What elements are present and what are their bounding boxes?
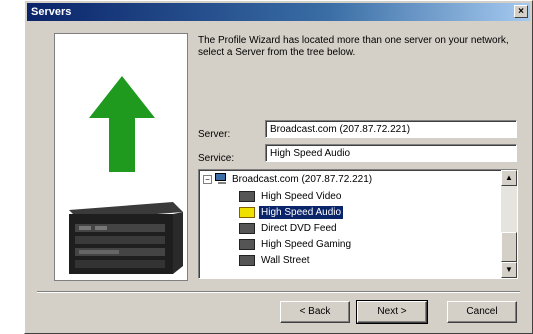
server-label: Server: [198, 129, 231, 140]
service-icon [239, 206, 255, 218]
tree-item-label: High Speed Gaming [261, 238, 352, 250]
server-rack-icon [69, 202, 183, 274]
wizard-illustration [69, 76, 183, 274]
tree-item[interactable]: High Speed Gaming [239, 236, 353, 252]
servers-dialog: Servers × The Profile Wizard has located… [24, 0, 533, 334]
next-button[interactable]: Next > [356, 300, 428, 324]
close-icon[interactable]: × [514, 5, 528, 18]
scroll-thumb[interactable] [501, 232, 517, 262]
scroll-up-icon[interactable]: ▲ [501, 170, 517, 186]
tree-item[interactable]: High Speed Video [239, 188, 353, 204]
service-label: Service: [198, 153, 235, 164]
computer-icon [215, 173, 229, 185]
window-title: Servers [31, 6, 72, 18]
tree-root-node[interactable]: − Broadcast.com (207.87.72.221) [203, 173, 372, 185]
tree-scrollbar[interactable]: ▲ ▼ [501, 170, 517, 278]
title-bar: Servers × [27, 3, 530, 21]
tree-item-label: Direct DVD Feed [261, 222, 337, 234]
collapse-icon[interactable]: − [203, 174, 212, 184]
service-icon [239, 190, 255, 202]
service-icon [239, 222, 255, 234]
service-icon [239, 238, 255, 250]
cancel-button[interactable]: Cancel [447, 301, 517, 323]
tree-item[interactable]: Wall Street [239, 252, 353, 268]
tree-item-label: High Speed Audio [259, 205, 344, 219]
tree-item[interactable]: High Speed Audio [239, 204, 353, 220]
server-tree[interactable]: − Broadcast.com (207.87.72.221) High Spe… [198, 169, 518, 279]
tree-children: High Speed Video High Speed Audio Direct… [239, 188, 353, 268]
scroll-down-icon[interactable]: ▼ [501, 262, 517, 278]
tree-item-label: High Speed Video [261, 190, 342, 202]
button-separator [37, 291, 520, 293]
tree-item-label: Wall Street [261, 254, 310, 266]
service-field[interactable]: High Speed Audio [265, 144, 517, 162]
server-field[interactable]: Broadcast.com (207.87.72.221) [265, 120, 517, 138]
wizard-image-panel [54, 33, 188, 281]
up-arrow-icon [89, 76, 155, 172]
tree-root-label: Broadcast.com (207.87.72.221) [232, 173, 373, 185]
tree-item[interactable]: Direct DVD Feed [239, 220, 353, 236]
back-button[interactable]: < Back [280, 301, 350, 323]
instruction-text: The Profile Wizard has located more than… [198, 35, 509, 58]
service-icon [239, 254, 255, 266]
